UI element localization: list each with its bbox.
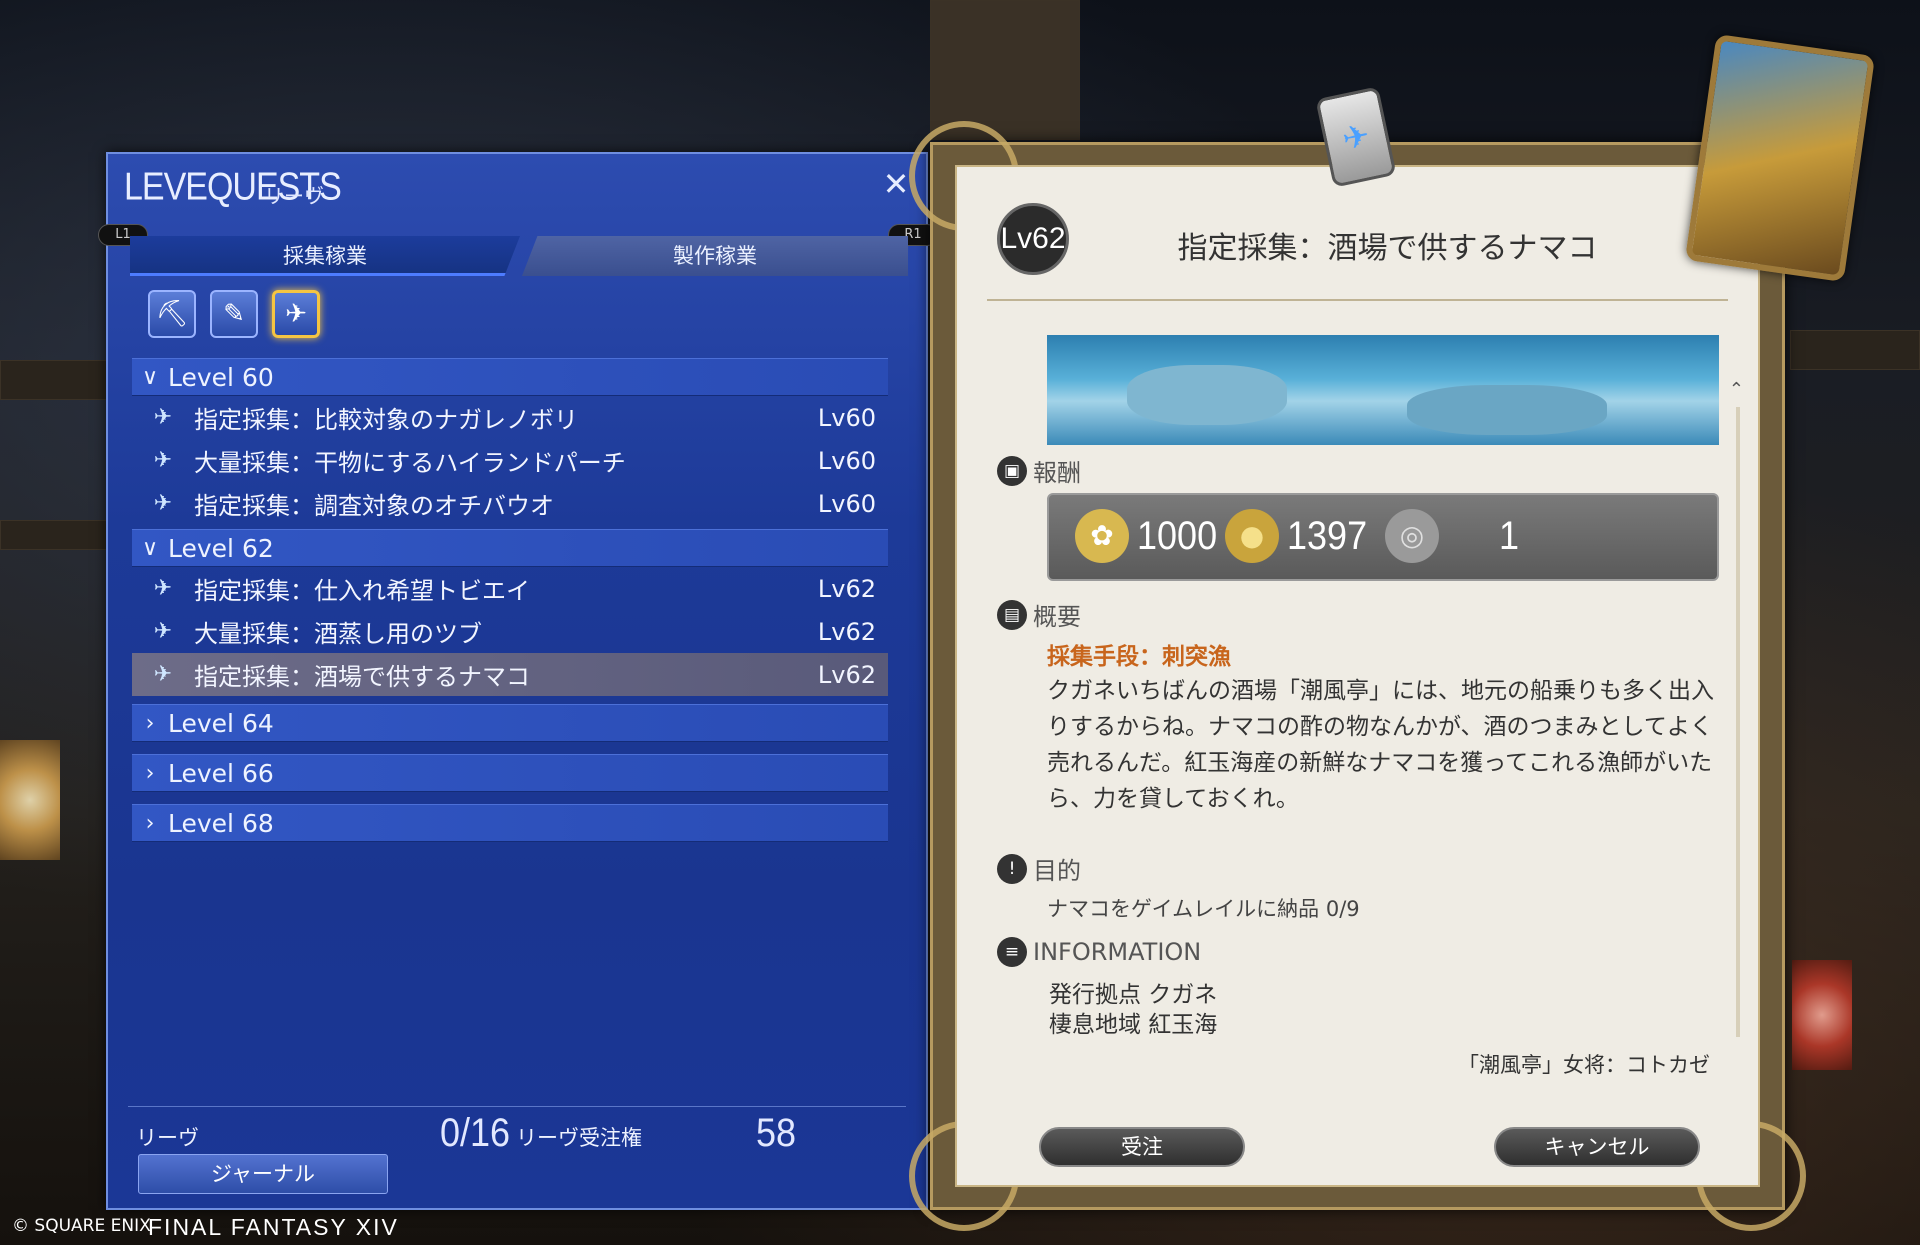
chevron-down-icon: ∨ <box>141 364 159 390</box>
location-banner-image <box>1047 335 1719 445</box>
group-level-66[interactable]: › Level 66 <box>132 754 888 792</box>
gil-reward: ● 1397 <box>1225 509 1367 563</box>
journal-button[interactable]: ジャーナル <box>138 1154 388 1194</box>
habitat-area: 棲息地域 紅玉海 <box>1049 1012 1218 1038</box>
info-list-icon: ≡ <box>997 937 1027 967</box>
client-portrait-card <box>1684 33 1876 283</box>
title-divider <box>987 299 1728 301</box>
scroll-up-icon[interactable]: ⌃ <box>1729 379 1744 400</box>
leve-count: 0/16 <box>440 1109 511 1155</box>
group-level-62[interactable]: ∨ Level 62 <box>132 529 888 567</box>
cancel-button[interactable]: キャンセル <box>1494 1127 1700 1167</box>
exp-icon: ✿ <box>1075 509 1129 563</box>
fish-icon: ✈ <box>153 405 173 430</box>
chevron-right-icon: › <box>145 710 155 736</box>
exclamation-icon: ! <box>997 853 1027 884</box>
reward-icon: ▣ <box>997 455 1027 486</box>
sickle-icon[interactable]: ✎ <box>210 290 258 338</box>
group-level-60[interactable]: ∨ Level 60 <box>132 358 888 396</box>
tab-gathering[interactable]: 採集稼業 <box>130 236 520 276</box>
class-filter-icons: ⛏ ✎ ✈ <box>148 290 320 338</box>
game-logo: FINAL FANTASY XIV <box>148 1214 399 1240</box>
fish-icon: ✈ <box>153 448 173 473</box>
footer-divider <box>128 1106 906 1107</box>
quest-description: クガネいちばんの酒場「潮風亭」には、地元の船乗りも多く出入りするからね。ナマコの… <box>1047 678 1714 812</box>
issuing-location: 発行拠点 クガネ <box>1049 982 1218 1008</box>
accept-button[interactable]: 受注 <box>1039 1127 1245 1167</box>
fish-icon: ✈ <box>153 662 173 687</box>
copyright-text: © SQUARE ENIX <box>12 1216 151 1236</box>
fish-icon: ✈ <box>153 619 173 644</box>
chevron-down-icon: ∨ <box>141 535 159 561</box>
information-heading: ≡ INFORMATION <box>997 937 1201 967</box>
group-level-68[interactable]: › Level 68 <box>132 804 888 842</box>
seal-icon: ◎ <box>1385 509 1439 563</box>
gathering-method: 採集手段：刺突漁 <box>1047 644 1231 670</box>
list-item-selected[interactable]: ✈ 指定採集：酒場で供するナマコ Lv62 <box>132 653 888 696</box>
gil-icon: ● <box>1225 509 1279 563</box>
list-item[interactable]: ✈ 指定採集：仕入れ希望トビエイ Lv62 <box>132 567 888 610</box>
summary-heading: ▤ 概要 <box>997 597 1081 632</box>
list-item[interactable]: ✈ 指定採集：比較対象のナガレノボリ Lv60 <box>132 396 888 439</box>
detail-title: 指定採集：酒場で供するナマコ <box>1177 231 1598 266</box>
list-item[interactable]: ✈ 大量採集：干物にするハイランドパーチ Lv60 <box>132 439 888 482</box>
fish-icon: ✈ <box>153 576 173 601</box>
objective-text: ナマコをゲイムレイルに納品 0/9 <box>1047 897 1360 921</box>
tab-crafting[interactable]: 製作稼業 <box>522 236 908 276</box>
exp-reward: ✿ 1000 <box>1075 509 1217 563</box>
levequest-detail-window: Lv62 指定採集：酒場で供するナマコ ▣ 報酬 ✿ 1000 ● 1397 ◎ … <box>909 121 1806 1231</box>
list-item[interactable]: ✈ 大量採集：酒蒸し用のツブ Lv62 <box>132 610 888 653</box>
list-item[interactable]: ✈ 指定採集：調査対象のオチバウオ Lv60 <box>132 482 888 525</box>
chevron-right-icon: › <box>145 810 155 836</box>
leve-label: リーヴ <box>136 1126 199 1150</box>
fish-icon[interactable]: ✈ <box>272 290 320 338</box>
window-subtitle: リーヴ <box>264 184 324 208</box>
chevron-right-icon: › <box>145 760 155 786</box>
quest-issuer: 「潮風亭」女将：コトカゼ <box>1458 1053 1710 1077</box>
fish-icon: ✈ <box>153 491 173 516</box>
allowance-value: 58 <box>756 1109 797 1155</box>
reward-heading: ▣ 報酬 <box>997 453 1081 488</box>
group-level-64[interactable]: › Level 64 <box>132 704 888 742</box>
scrollbar[interactable] <box>1736 407 1740 1037</box>
allowance-label: リーヴ受注権 <box>516 1126 642 1150</box>
reward-box: ✿ 1000 ● 1397 ◎ 1 <box>1047 493 1719 581</box>
seal-reward: ◎ 1 <box>1385 509 1519 563</box>
levequest-window: LEVEQUESTS リーヴ ✕ L1 R1 採集稼業 製作稼業 ⛏ ✎ ✈ ∨… <box>98 152 938 1210</box>
detail-body: Lv62 指定採集：酒場で供するナマコ ▣ 報酬 ✿ 1000 ● 1397 ◎ … <box>955 165 1760 1187</box>
levequest-list: ∨ Level 60 ✈ 指定採集：比較対象のナガレノボリ Lv60 ✈ 大量採集：干物… <box>132 354 888 842</box>
pickaxe-icon[interactable]: ⛏ <box>148 290 196 338</box>
objective-heading: ! 目的 <box>997 851 1081 886</box>
book-icon: ▤ <box>997 599 1027 630</box>
